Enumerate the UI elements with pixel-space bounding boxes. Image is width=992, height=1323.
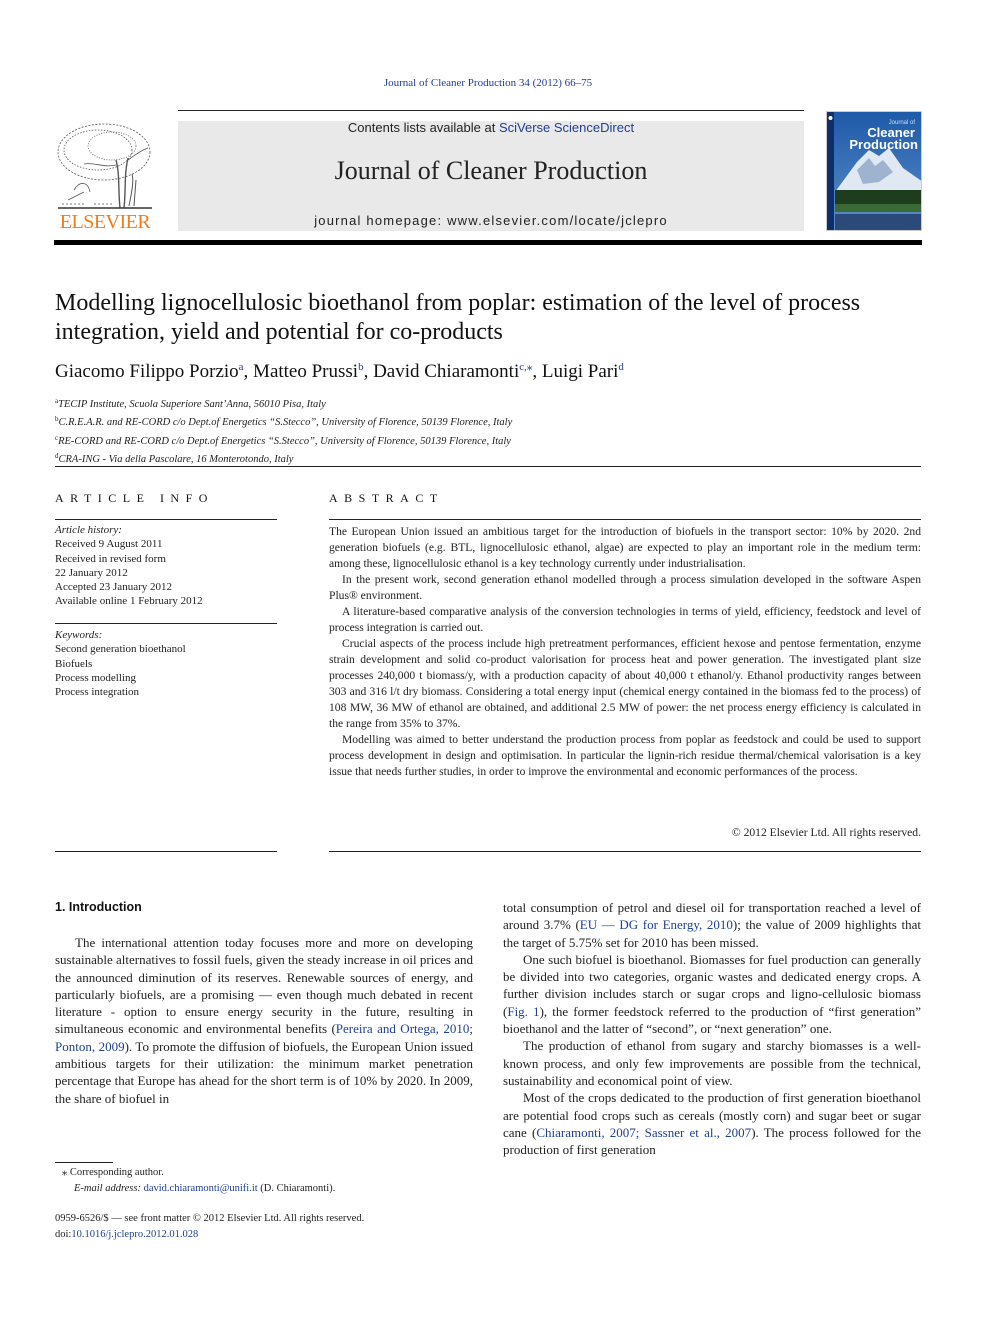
author-name: Luigi Pari <box>541 361 619 382</box>
divider <box>55 851 277 852</box>
abstract-paragraph: The European Union issued an ambitious t… <box>329 525 921 570</box>
footnote-star: ⁎ <box>62 1167 68 1178</box>
body-column-left: The international attention today focuse… <box>55 934 473 1107</box>
author-list: Giacomo Filippo Porzioa, Matteo Prussib,… <box>55 360 624 383</box>
cover-title-line2: Production <box>849 137 918 152</box>
keywords-label: Keywords: <box>55 629 103 641</box>
journal-cover-thumbnail: Journal of Cleaner Production <box>826 111 922 231</box>
affiliation-item: dCRA-ING - Via della Pascolare, 16 Monte… <box>55 449 512 467</box>
affiliation-text: C.R.E.A.R. and RE-CORD c/o Dept.of Energ… <box>58 417 513 429</box>
abstract-copyright: © 2012 Elsevier Ltd. All rights reserved… <box>731 826 921 839</box>
front-matter: 0959-6526/$ — see front matter © 2012 El… <box>55 1211 364 1242</box>
body-paragraph: One such biofuel is bioethanol. Biomasse… <box>503 951 921 1037</box>
history-item: Received in revised form <box>55 552 166 565</box>
history-label: Article history: <box>55 524 122 536</box>
article-title: Modelling lignocellulosic bioethanol fro… <box>55 290 861 345</box>
history-item: Available online 1 February 2012 <box>55 595 203 608</box>
body-text: ), the former feedstock referred to the … <box>503 1003 921 1037</box>
journal-title: Journal of Cleaner Production <box>334 156 648 185</box>
keyword-item: Process modelling <box>55 671 136 684</box>
sciencedirect-link[interactable]: SciVerse ScienceDirect <box>499 120 634 135</box>
affiliation-item: cRE-CORD and RE-CORD c/o Dept.of Energet… <box>55 431 512 449</box>
body-paragraph: The production of ethanol from sugary an… <box>503 1038 921 1088</box>
divider <box>55 466 921 467</box>
corresponding-author-label: Corresponding author. <box>69 1167 164 1178</box>
author-separator: , <box>532 361 542 382</box>
history-item: 22 January 2012 <box>55 566 128 579</box>
affiliation-text: RE-CORD and RE-CORD c/o Dept.of Energeti… <box>58 435 511 447</box>
affiliation-ref[interactable]: c,⁎ <box>519 361 532 373</box>
contents-line: Contents lists available at SciVerse Sci… <box>178 120 804 135</box>
journal-homepage[interactable]: journal homepage: www.elsevier.com/locat… <box>178 213 804 228</box>
keywords: Keywords: Second generation bioethanol B… <box>55 628 186 699</box>
author-name: Giacomo Filippo Porzio <box>55 361 239 382</box>
author-separator: , <box>243 361 254 382</box>
author-name: David Chiaramonti <box>373 361 520 382</box>
email-suffix: (D. Chiaramonti). <box>257 1182 336 1194</box>
elsevier-wordmark: ELSEVIER <box>59 211 151 233</box>
keyword-item: Process integration <box>55 686 140 699</box>
affiliation-ref[interactable]: d <box>618 361 624 373</box>
article-history: Article history: Received 9 August 2011 … <box>55 523 203 609</box>
cover-mountain-icon: Journal of Cleaner Production <box>827 112 921 230</box>
article-info-heading: ARTICLE INFO <box>55 491 214 505</box>
history-item: Accepted 23 January 2012 <box>55 581 172 594</box>
doi-link[interactable]: 10.1016/j.jclepro.2012.01.028 <box>71 1229 198 1240</box>
header-top-rule <box>178 110 804 111</box>
body-paragraph: The international attention today focuse… <box>55 934 473 1107</box>
affiliation-item: bC.R.E.A.R. and RE-CORD c/o Dept.of Ener… <box>55 412 512 430</box>
affiliation-text: TECIP Institute, Scuola Superiore Sant’A… <box>58 399 326 410</box>
header-thick-rule <box>54 240 922 245</box>
abstract-paragraph: In the present work, second generation e… <box>329 573 921 602</box>
body-paragraph: Most of the crops dedicated to the produ… <box>503 1089 921 1158</box>
divider <box>55 519 277 520</box>
corresponding-author-footnote: ⁎ Corresponding author. E-mail address: … <box>62 1165 335 1196</box>
issn-copyright: 0959-6526/$ — see front matter © 2012 El… <box>55 1213 365 1224</box>
divider <box>329 519 921 520</box>
tree-icon <box>57 123 152 209</box>
citation-link[interactable]: EU — DG for Energy, 2010 <box>580 917 733 932</box>
keyword-item: Biofuels <box>55 657 93 670</box>
email-label: E-mail address: <box>74 1182 141 1194</box>
body-column-right: total consumption of petrol and diesel o… <box>503 899 921 1158</box>
citation-link[interactable]: Chiaramonti, 2007; Sassner et al., 2007 <box>536 1125 751 1140</box>
author-name: Matteo Prussi <box>253 361 359 382</box>
contents-prefix: Contents lists available at <box>347 120 499 135</box>
abstract-paragraph: A literature-based comparative analysis … <box>329 605 921 634</box>
email-link[interactable]: david.chiaramonti@unifi.it <box>144 1183 258 1194</box>
journal-reference-link[interactable]: Journal of Cleaner Production 34 (2012) … <box>0 77 976 89</box>
section-heading-introduction: 1. Introduction <box>55 900 142 914</box>
abstract-body: The European Union issued an ambitious t… <box>329 524 921 780</box>
abstract-heading: ABSTRACT <box>329 491 444 505</box>
affiliation-text: CRA-ING - Via della Pascolare, 16 Monter… <box>58 453 294 465</box>
affiliations: aTECIP Institute, Scuola Superiore Sant’… <box>55 394 512 467</box>
divider <box>55 623 277 624</box>
footnote-rule <box>55 1162 113 1163</box>
keyword-item: Second generation bioethanol <box>55 643 186 656</box>
affiliation-item: aTECIP Institute, Scuola Superiore Sant’… <box>55 394 512 412</box>
author-separator: , <box>363 361 374 382</box>
abstract-paragraph: Modelling was aimed to better understand… <box>329 733 921 778</box>
figure-link[interactable]: Fig. 1 <box>507 1004 539 1019</box>
body-paragraph: total consumption of petrol and diesel o… <box>503 899 921 951</box>
divider <box>329 851 921 852</box>
history-item: Received 9 August 2011 <box>55 538 163 551</box>
abstract-paragraph: Crucial aspects of the process include h… <box>329 637 921 730</box>
doi-prefix: doi: <box>55 1228 72 1240</box>
